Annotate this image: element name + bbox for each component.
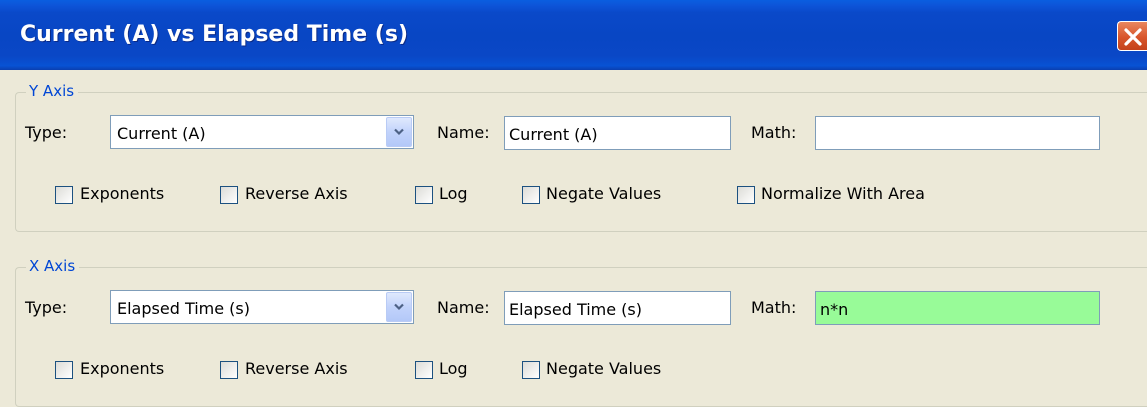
y-log-checkbox[interactable] [415,186,433,204]
x-axis-group [15,267,1147,407]
y-normalize-with-area-label: Normalize With Area [761,184,925,203]
y-axis-group-label: Y Axis [26,82,79,100]
y-negate-values-label: Negate Values [546,184,662,203]
x-type-dropdown-button[interactable] [386,292,412,322]
x-type-combobox[interactable]: Elapsed Time (s) [110,290,414,324]
x-name-label: Name: [437,298,490,317]
x-name-field[interactable]: Elapsed Time (s) [504,291,731,325]
x-type-value: Elapsed Time (s) [117,299,250,318]
chevron-down-icon [394,303,404,311]
y-name-value: Current (A) [509,125,598,144]
y-reverse-axis-label: Reverse Axis [245,184,348,203]
y-axis-group [15,92,1147,232]
x-reverse-axis-checkbox[interactable] [220,361,238,379]
x-log-label: Log [439,359,468,378]
window-title: Current (A) vs Elapsed Time (s) [20,22,408,47]
y-exponents-checkbox[interactable] [55,186,73,204]
y-name-label: Name: [437,123,490,142]
title-bar[interactable]: Current (A) vs Elapsed Time (s) [0,0,1147,70]
chevron-down-icon [394,128,404,136]
y-negate-values-checkbox[interactable] [522,186,540,204]
y-type-value: Current (A) [117,124,206,143]
x-negate-values-checkbox[interactable] [522,361,540,379]
y-normalize-with-area-checkbox[interactable] [737,186,755,204]
y-math-field[interactable] [815,116,1100,150]
x-reverse-axis-label: Reverse Axis [245,359,348,378]
x-negate-values-label: Negate Values [546,359,662,378]
x-math-label: Math: [751,298,797,317]
y-math-label: Math: [751,123,797,142]
x-exponents-label: Exponents [80,359,165,378]
x-axis-group-label: X Axis [26,257,80,275]
x-math-field[interactable]: n*n [815,291,1100,325]
x-log-checkbox[interactable] [415,361,433,379]
x-math-value: n*n [820,300,849,319]
y-type-label: Type: [25,123,68,142]
y-name-field[interactable]: Current (A) [504,116,731,150]
close-button[interactable] [1117,21,1147,51]
x-name-value: Elapsed Time (s) [509,300,642,319]
y-reverse-axis-checkbox[interactable] [220,186,238,204]
x-type-label: Type: [25,298,68,317]
close-icon [1124,28,1142,46]
y-type-dropdown-button[interactable] [386,117,412,147]
x-exponents-checkbox[interactable] [55,361,73,379]
y-log-label: Log [439,184,468,203]
y-type-combobox[interactable]: Current (A) [110,115,414,149]
y-exponents-label: Exponents [80,184,165,203]
